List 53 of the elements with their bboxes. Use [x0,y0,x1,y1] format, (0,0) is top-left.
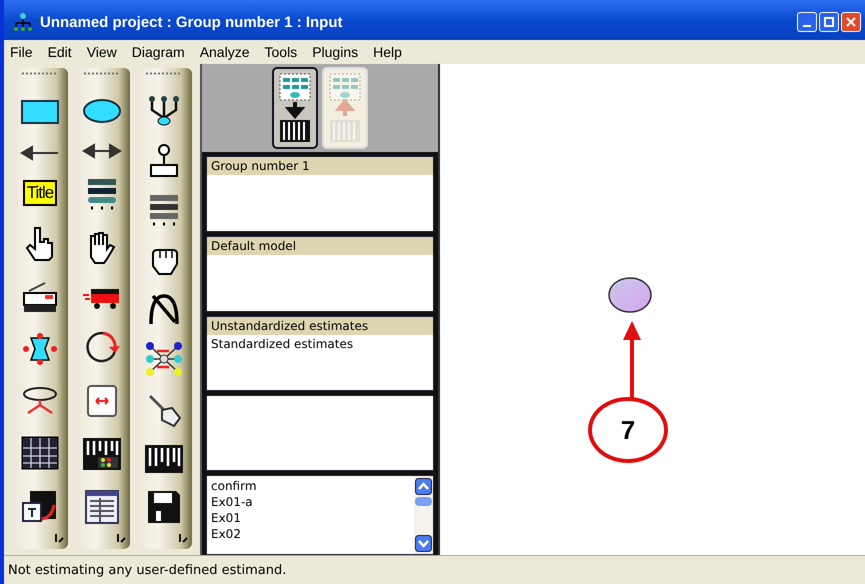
menu-item[interactable]: View [86,44,117,60]
minimize-icon [803,25,811,27]
maximize-button[interactable] [819,12,839,32]
menu-item[interactable]: Edit [48,44,72,60]
grip-icon [84,72,120,75]
menu-item[interactable]: Tools [264,44,298,60]
menu-item[interactable]: Diagram [132,44,185,60]
scanner-icon[interactable] [21,280,59,313]
resize-grip-icon [116,533,126,543]
resize-grip-icon [54,533,64,543]
menu-item[interactable]: Analyze [200,44,250,60]
grip-icon [146,72,182,75]
data-file-entry[interactable]: confirm [211,478,410,494]
title-icon[interactable]: Title [22,180,58,206]
ellipse-icon[interactable] [82,97,122,125]
data-file-entry[interactable]: Ex01 [211,510,410,526]
scroll-thumb[interactable] [415,497,432,506]
double-arrow-icon[interactable] [82,143,122,159]
close-button[interactable] [841,12,861,32]
scroll-down-icon[interactable] [415,535,432,552]
grip-icon [22,72,58,75]
spreadsheet-icon[interactable] [84,489,120,525]
scrollbar[interactable] [414,476,433,554]
rectangle-icon[interactable] [20,98,60,126]
tree-icon[interactable] [146,94,182,128]
node-box-icon[interactable] [147,144,181,178]
ellipse-arrows-icon[interactable] [20,384,60,417]
crossed-curves-icon[interactable] [147,292,181,326]
data-file-entry[interactable]: Ex02 [211,526,410,542]
menu-item[interactable]: Help [373,44,402,60]
grid-icon[interactable] [21,436,59,470]
list-item[interactable]: Standardized estimates [207,334,433,352]
keyboard-grid-icon[interactable] [82,437,122,471]
scroll-up-icon[interactable] [415,478,432,495]
list-item[interactable]: Unstandardized estimates [207,316,433,334]
callout-circle: 7 [588,397,668,463]
network-icon[interactable] [145,340,183,377]
window-title: Unnamed project : Group number 1 : Input [40,14,344,30]
status-text: Not estimating any user-defined estimand. [8,562,286,578]
list-item[interactable]: Group number 1 [207,157,433,175]
menu-item[interactable]: Plugins [312,44,358,60]
data-file-entry[interactable]: Ex01-a [211,494,410,510]
close-icon [846,17,856,27]
latent-variable-ellipse[interactable] [607,276,653,314]
input-view-button[interactable] [272,67,318,149]
keyboard-icon[interactable] [144,444,184,474]
left-arrow-icon[interactable] [20,145,60,162]
list-item[interactable]: Default model [207,236,433,255]
menu-item[interactable]: File [10,44,33,60]
minimize-button[interactable] [797,12,817,32]
resize-grip-icon [178,533,188,543]
app-tree-icon [12,12,34,32]
maximize-icon [824,17,834,27]
